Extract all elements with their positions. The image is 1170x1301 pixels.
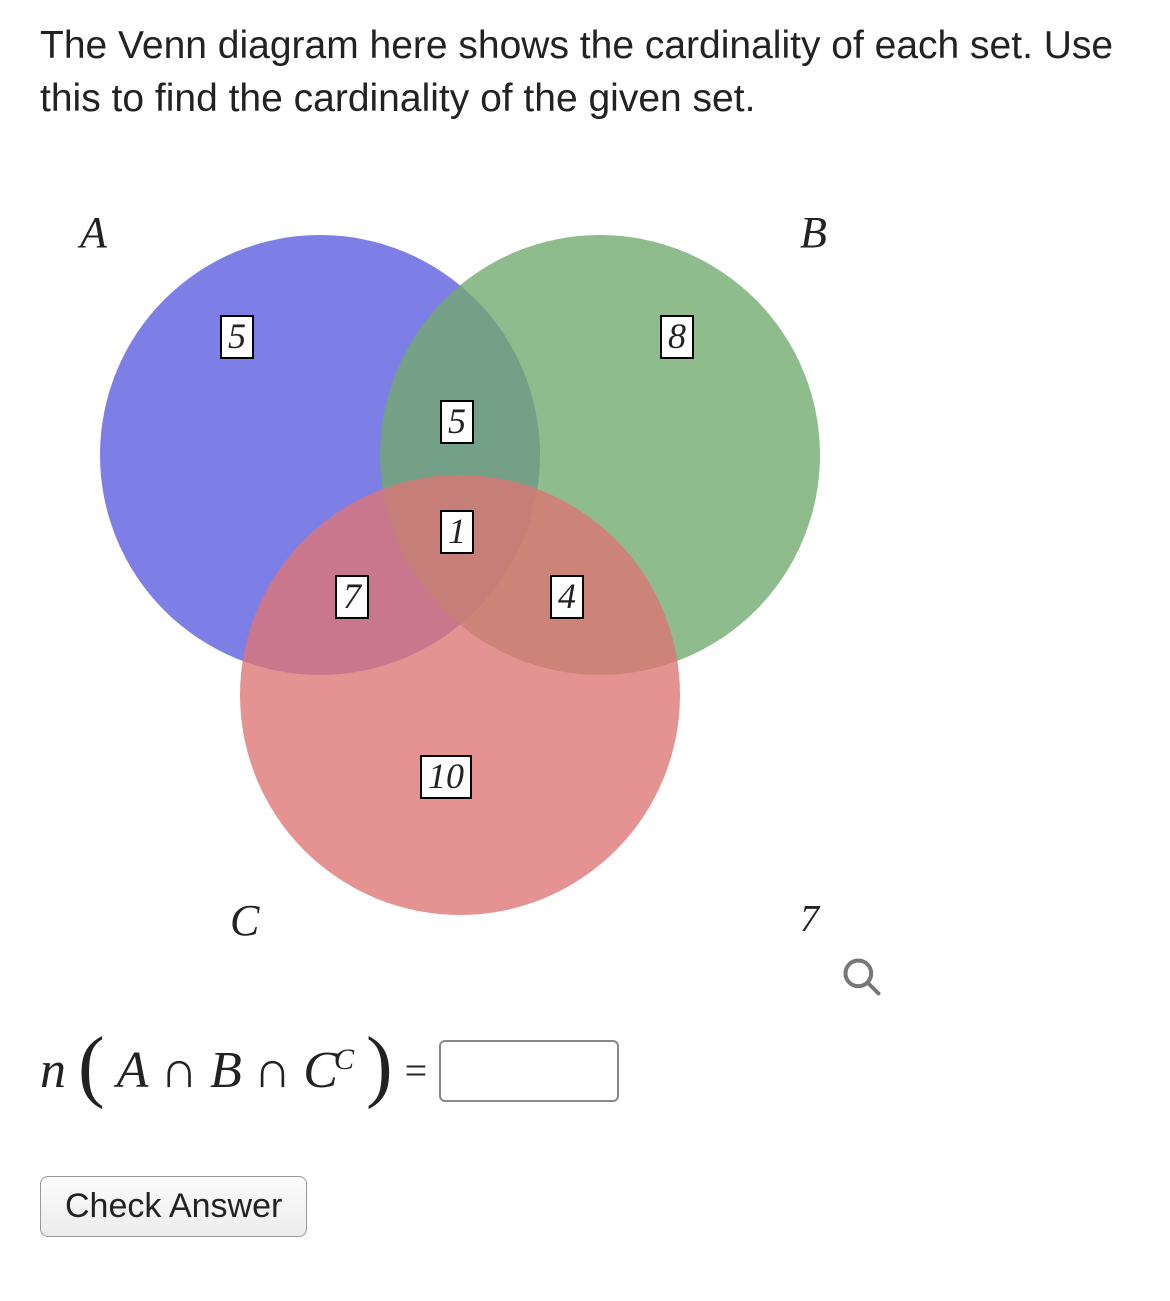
check-answer-button[interactable]: Check Answer [40,1176,307,1237]
eq-cap1: ∩ [160,1041,198,1100]
eq-lparen: ( [78,1021,105,1112]
question-prompt: The Venn diagram here shows the cardinal… [40,20,1120,125]
eq-C: CC [303,1041,354,1100]
eq-C-sup: C [334,1043,354,1076]
eq-B: B [210,1041,242,1100]
answer-input[interactable] [439,1040,619,1102]
eq-equals: = [405,1047,428,1094]
region-A-only: 5 [220,315,254,359]
eq-C-base: C [303,1042,338,1099]
label-A: A [80,207,107,258]
eq-cap2: ∩ [254,1041,292,1100]
region-C-only: 10 [420,755,472,799]
region-BC-only: 4 [550,575,584,619]
eq-n: n [40,1041,66,1100]
region-ABC: 1 [440,510,474,554]
eq-A: A [117,1041,149,1100]
label-B: B [800,207,827,258]
venn-diagram: A B C 5 8 5 1 7 4 10 7 [40,155,940,1015]
eq-rparen: ) [366,1021,393,1112]
label-C: C [230,895,259,946]
magnify-icon[interactable] [840,955,884,999]
equation-row: n ( A ∩ B ∩ CC ) = [40,1025,1130,1116]
region-AB-only: 5 [440,400,474,444]
region-B-only: 8 [660,315,694,359]
venn-svg [40,155,940,1015]
region-AC-only: 7 [335,575,369,619]
region-outside: 7 [800,897,819,941]
